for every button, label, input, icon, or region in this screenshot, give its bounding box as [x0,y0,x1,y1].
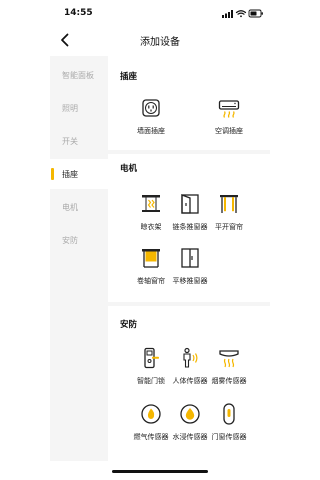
device-smoke-sensor[interactable]: 烟雾传感器 [202,346,256,394]
sidebar-item-label: 电机 [62,203,78,212]
device-curtain[interactable]: 平开窗帘 [202,192,256,240]
sidebar-item-motor[interactable]: 电机 [50,192,108,222]
water-leak-sensor-icon [180,404,200,424]
status-time: 14:55 [64,8,93,18]
sidebar-item-label: 插座 [62,170,78,179]
sidebar-item-lighting[interactable]: 照明 [50,93,108,123]
roller-blind-icon [142,249,160,268]
ac-socket-icon [218,100,240,118]
sidebar-item-switch[interactable]: 开关 [50,126,108,156]
sidebar-item-smart-panel[interactable]: 智能面板 [50,60,108,90]
sliding-window-opener-icon [181,248,199,268]
sidebar-item-socket[interactable]: 插座 [50,159,108,189]
wall-socket-icon [142,99,160,117]
section-divider [108,302,270,306]
device-ac-socket[interactable]: 空调插座 [202,96,256,144]
device-sliding-window-opener[interactable]: 平移推窗器 [163,246,217,294]
sidebar-item-label: 安防 [62,236,78,245]
section-title-security: 安防 [120,320,138,330]
curtain-icon [220,195,238,213]
sidebar-item-label: 照明 [62,104,78,113]
signal-icon [222,10,233,18]
page-title: 添加设备 [140,37,180,48]
device-list: 插座 墙面插座 空调插座 电机 晾衣架 链条推窗器 平开窗帘 卷轴窗帘 平移推窗… [108,56,270,461]
device-label: 平开窗帘 [215,223,243,231]
active-indicator [51,168,54,180]
motion-sensor-icon [183,347,198,368]
sidebar-item-label: 开关 [62,137,78,146]
category-sidebar: 智能面板 照明 开关 插座 电机 安防 [50,56,108,461]
section-title-motor: 电机 [120,164,138,174]
door-window-sensor-icon [223,403,235,425]
section-divider [108,150,270,154]
section-title-socket: 插座 [120,72,138,82]
device-door-window-sensor[interactable]: 门窗传感器 [202,402,256,450]
device-label: 空调插座 [215,127,243,135]
battery-icon [248,9,263,18]
device-label: 烟雾传感器 [211,377,247,385]
sidebar-item-security[interactable]: 安防 [50,225,108,255]
chain-window-opener-icon [181,194,199,214]
wifi-icon [235,10,247,18]
status-icons [222,9,263,18]
device-wall-socket[interactable]: 墙面插座 [124,96,178,144]
device-label: 平移推窗器 [172,277,208,285]
gas-sensor-icon [141,404,161,424]
device-label: 墙面插座 [137,127,165,135]
nav-bar: 添加设备 [0,26,320,54]
smart-lock-icon [144,347,159,369]
home-indicator[interactable] [112,470,208,473]
smoke-sensor-icon [219,350,239,368]
device-label: 门窗传感器 [211,433,247,441]
status-bar: 14:55 [0,0,320,26]
clothes-rack-icon [142,195,160,212]
sidebar-item-label: 智能面板 [62,71,94,80]
